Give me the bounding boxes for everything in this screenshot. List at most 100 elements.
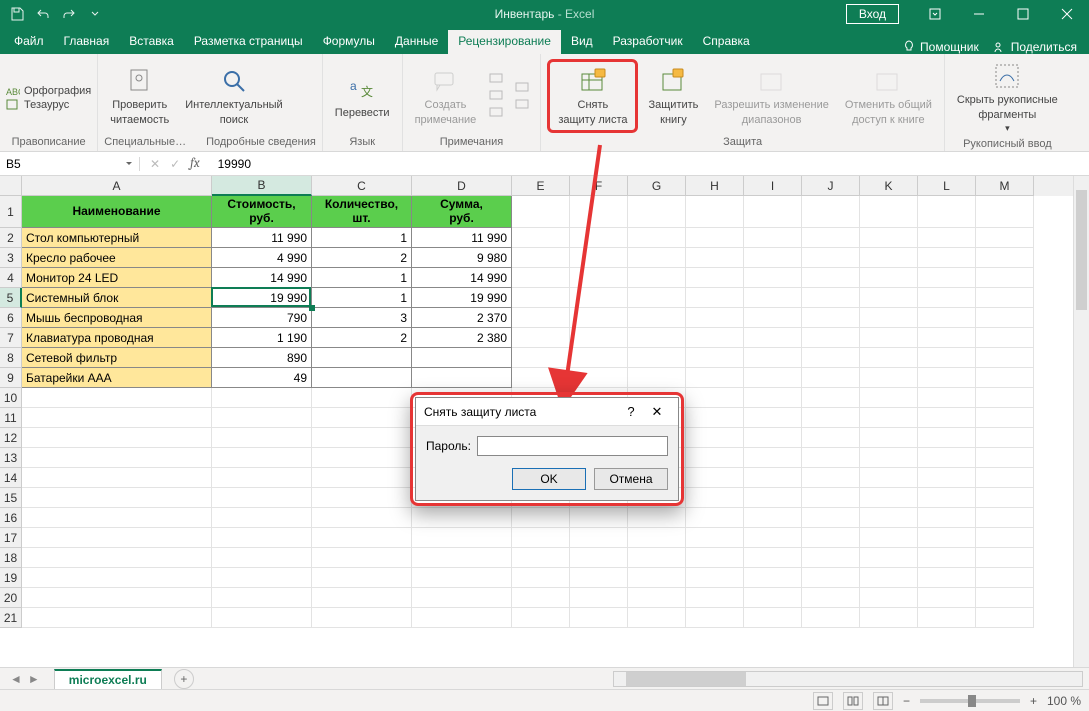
cell[interactable] [570, 528, 628, 548]
cell[interactable] [628, 508, 686, 528]
cell[interactable]: Сетевой фильтр [22, 348, 212, 368]
dialog-close-icon[interactable]: ✕ [644, 404, 670, 420]
row-header[interactable]: 3 [0, 248, 22, 268]
cell[interactable] [512, 508, 570, 528]
cell[interactable]: Сумма,руб. [412, 196, 512, 228]
cell[interactable] [22, 528, 212, 548]
cell[interactable] [628, 608, 686, 628]
cell[interactable] [918, 488, 976, 508]
cell[interactable] [918, 608, 976, 628]
cell[interactable] [312, 428, 412, 448]
cell[interactable]: 2 [312, 328, 412, 348]
check-accessibility-button[interactable]: Проверитьчитаемость [104, 63, 175, 128]
cell[interactable]: Батарейки AAA [22, 368, 212, 388]
cell[interactable] [802, 288, 860, 308]
cell[interactable] [686, 228, 744, 248]
protect-workbook-button[interactable]: Защититькнигу [642, 63, 704, 128]
col-header-L[interactable]: L [918, 176, 976, 196]
sheet-nav-prev-icon[interactable]: ◄ [10, 672, 22, 686]
cell[interactable] [918, 328, 976, 348]
horizontal-scrollbar[interactable] [613, 671, 1083, 687]
cell[interactable] [312, 408, 412, 428]
cell[interactable] [512, 268, 570, 288]
cell[interactable] [312, 548, 412, 568]
cell[interactable] [412, 548, 512, 568]
cell[interactable] [570, 328, 628, 348]
view-normal-icon[interactable] [813, 692, 833, 710]
cell[interactable] [976, 548, 1034, 568]
cell[interactable]: 4 990 [212, 248, 312, 268]
formula-input[interactable]: 19990 [210, 157, 1089, 171]
cell[interactable] [976, 268, 1034, 288]
vertical-scrollbar[interactable] [1073, 176, 1089, 667]
cell[interactable] [918, 368, 976, 388]
cell[interactable] [918, 508, 976, 528]
cell[interactable] [860, 228, 918, 248]
cell[interactable] [686, 608, 744, 628]
cell[interactable] [686, 428, 744, 448]
col-header-F[interactable]: F [570, 176, 628, 196]
row-header[interactable]: 12 [0, 428, 22, 448]
cell[interactable] [212, 568, 312, 588]
cell[interactable]: Стол компьютерный [22, 228, 212, 248]
cell[interactable] [22, 448, 212, 468]
tab-справка[interactable]: Справка [693, 30, 760, 54]
cell[interactable] [512, 608, 570, 628]
cell[interactable] [628, 528, 686, 548]
view-page-layout-icon[interactable] [843, 692, 863, 710]
sheet-nav-next-icon[interactable]: ► [28, 672, 40, 686]
cell[interactable] [512, 368, 570, 388]
cell[interactable] [570, 608, 628, 628]
cell[interactable] [686, 528, 744, 548]
zoom-in-icon[interactable]: + [1030, 694, 1037, 708]
col-header-E[interactable]: E [512, 176, 570, 196]
tab-файл[interactable]: Файл [4, 30, 54, 54]
cell[interactable] [686, 388, 744, 408]
row-header[interactable]: 17 [0, 528, 22, 548]
row-header[interactable]: 19 [0, 568, 22, 588]
cell[interactable] [860, 448, 918, 468]
cell[interactable] [860, 408, 918, 428]
new-sheet-button[interactable]: + [174, 669, 194, 689]
unprotect-sheet-button[interactable]: Снятьзащиту листа [552, 63, 633, 128]
tab-главная[interactable]: Главная [54, 30, 120, 54]
cell[interactable] [628, 268, 686, 288]
tab-разработчик[interactable]: Разработчик [603, 30, 693, 54]
cell[interactable] [744, 288, 802, 308]
name-box[interactable]: B5 [0, 157, 140, 171]
cell[interactable]: 1 [312, 268, 412, 288]
cell[interactable] [976, 568, 1034, 588]
zoom-slider[interactable] [920, 699, 1020, 703]
row-header[interactable]: 4 [0, 268, 22, 288]
cell[interactable] [802, 508, 860, 528]
cell[interactable] [860, 508, 918, 528]
cell[interactable]: 2 [312, 248, 412, 268]
cell[interactable] [212, 468, 312, 488]
cell[interactable] [22, 388, 212, 408]
smart-lookup-button[interactable]: Интеллектуальныйпоиск [179, 63, 288, 128]
cell[interactable]: 14 990 [412, 268, 512, 288]
cell[interactable] [570, 568, 628, 588]
cell[interactable] [570, 348, 628, 368]
ribbon-options-icon[interactable] [913, 0, 957, 28]
cell[interactable] [976, 348, 1034, 368]
cell[interactable]: Системный блок [22, 288, 212, 308]
cell[interactable] [802, 196, 860, 228]
tab-вставка[interactable]: Вставка [119, 30, 184, 54]
cell[interactable] [860, 608, 918, 628]
cell[interactable]: 19 990 [412, 288, 512, 308]
cell[interactable] [744, 508, 802, 528]
cell[interactable] [512, 248, 570, 268]
cell[interactable] [22, 428, 212, 448]
zoom-out-icon[interactable]: − [903, 694, 910, 708]
cell[interactable] [802, 408, 860, 428]
cancel-formula-icon[interactable]: ✕ [150, 157, 160, 171]
hide-ink-button[interactable]: Скрыть рукописныефрагменты▾ [951, 58, 1064, 136]
cell[interactable] [976, 228, 1034, 248]
row-header[interactable]: 1 [0, 196, 22, 228]
cell[interactable] [628, 568, 686, 588]
cell[interactable] [628, 368, 686, 388]
cell[interactable] [312, 528, 412, 548]
cell[interactable] [860, 488, 918, 508]
cell[interactable]: 3 [312, 308, 412, 328]
